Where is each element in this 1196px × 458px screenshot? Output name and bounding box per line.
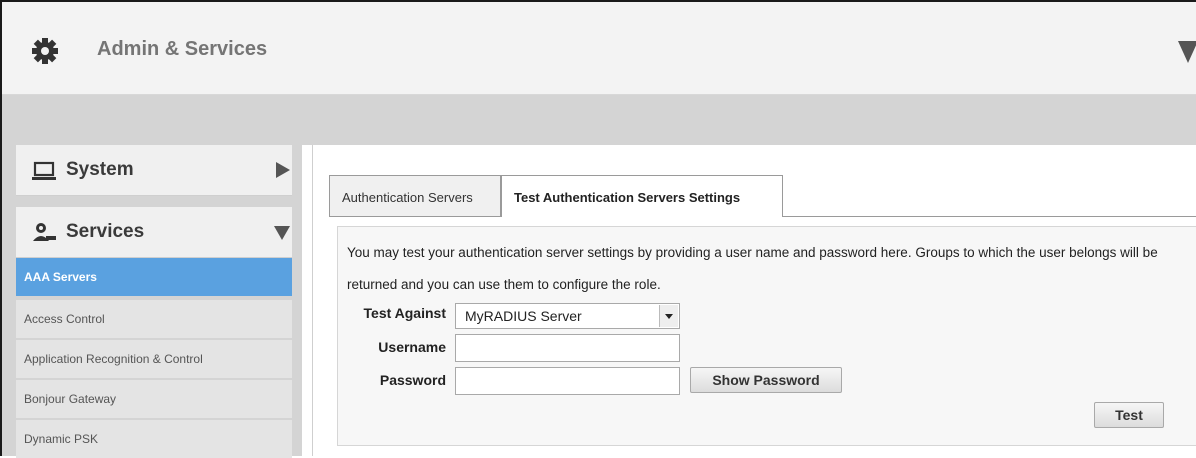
sidebar-item-bonjour-gateway[interactable]: Bonjour Gateway xyxy=(16,380,292,418)
password-input[interactable] xyxy=(455,367,680,395)
password-label: Password xyxy=(379,372,446,388)
sidebar: System Services AAA Servers Access Contr… xyxy=(2,145,302,458)
chevron-down-icon[interactable] xyxy=(1178,41,1196,63)
page-title: Admin & Services xyxy=(97,38,268,60)
select-value: MyRADIUS Server xyxy=(465,308,582,324)
description-text: You may test your authentication server … xyxy=(347,245,1158,292)
app-header: Admin & Services xyxy=(2,2,1196,95)
main-content: Authentication Servers Test Authenticati… xyxy=(312,145,1196,456)
services-icon xyxy=(33,223,56,241)
sidebar-section-system[interactable]: System xyxy=(16,145,292,196)
chevron-right-icon[interactable] xyxy=(274,162,290,178)
toolbar-band xyxy=(2,95,1196,145)
sidebar-item-label: Dynamic PSK xyxy=(24,432,99,446)
username-input[interactable] xyxy=(455,334,680,362)
sidebar-item-label: Access Control xyxy=(24,312,105,326)
sidebar-section-label: Services xyxy=(66,221,145,242)
dropdown-button[interactable] xyxy=(659,305,678,327)
chevron-down-icon[interactable] xyxy=(274,224,290,240)
tab-authentication-servers[interactable]: Authentication Servers xyxy=(329,175,501,216)
test-settings-panel: You may test your authentication server … xyxy=(337,226,1196,446)
tab-label: Authentication Servers xyxy=(342,190,473,205)
tab-test-authentication-servers[interactable]: Test Authentication Servers Settings xyxy=(501,175,783,217)
laptop-icon xyxy=(32,161,56,180)
test-against-label: Test Against xyxy=(363,305,446,321)
chevron-down-icon xyxy=(665,314,673,319)
tab-label: Test Authentication Servers Settings xyxy=(514,190,741,205)
sidebar-item-label: Bonjour Gateway xyxy=(24,392,117,406)
gear-icon xyxy=(32,38,58,64)
sidebar-item-dynamic-psk[interactable]: Dynamic PSK xyxy=(16,420,292,458)
sidebar-section-label: System xyxy=(66,159,134,180)
sidebar-item-label: Application Recognition & Control xyxy=(24,352,203,366)
sidebar-item-aaa-servers[interactable]: AAA Servers xyxy=(16,258,292,296)
sidebar-section-services[interactable]: Services xyxy=(16,207,292,258)
username-label: Username xyxy=(378,339,446,355)
test-against-select[interactable]: MyRADIUS Server xyxy=(455,303,680,329)
show-password-button[interactable]: Show Password xyxy=(690,367,842,393)
sidebar-item-access-control[interactable]: Access Control xyxy=(16,300,292,338)
test-button[interactable]: Test xyxy=(1094,402,1164,428)
sidebar-item-label: AAA Servers xyxy=(24,270,97,284)
sidebar-item-application-recognition[interactable]: Application Recognition & Control xyxy=(16,340,292,378)
